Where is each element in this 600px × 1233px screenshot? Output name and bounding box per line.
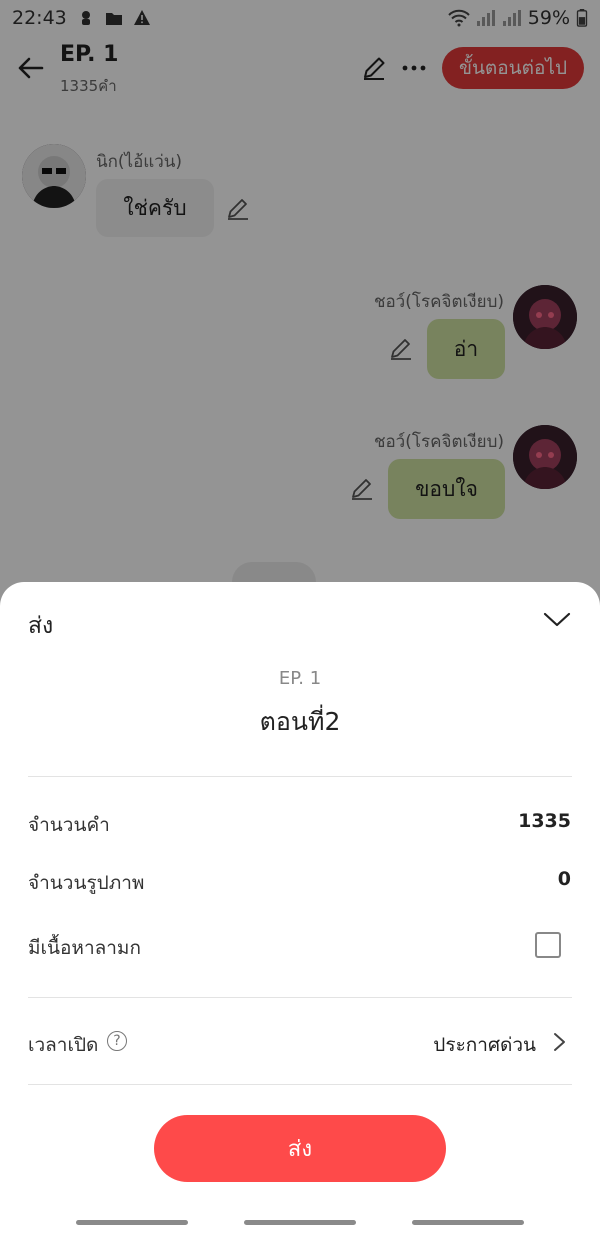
- word-count-label: จำนวนคำ: [28, 814, 110, 836]
- mature-content-checkbox[interactable]: [535, 932, 561, 958]
- chevron-down-icon[interactable]: [540, 602, 574, 636]
- word-count-value: 1335: [518, 810, 571, 832]
- image-count-label: จำนวนรูปภาพ: [28, 872, 145, 894]
- nav-back-button[interactable]: [412, 1220, 524, 1225]
- help-icon[interactable]: ?: [107, 1031, 127, 1051]
- mature-content-label: มีเนื้อหาลามก: [28, 937, 141, 959]
- nav-recent-button[interactable]: [76, 1220, 188, 1225]
- episode-label: EP. 1: [278, 668, 322, 689]
- send-button[interactable]: ส่ง: [154, 1115, 446, 1182]
- divider: [28, 997, 572, 998]
- nav-home-button[interactable]: [244, 1220, 356, 1225]
- image-count-value: 0: [557, 868, 571, 890]
- divider: [28, 776, 572, 777]
- sheet-title: ส่ง: [28, 613, 54, 639]
- open-time-label: เวลาเปิด: [28, 1034, 99, 1056]
- send-bottom-sheet: ส่ง EP. 1 ตอนที่2 จำนวนคำ 1335 จำนวนรูปภ…: [0, 582, 600, 1212]
- open-time-value[interactable]: ประกาศด่วน: [433, 1030, 536, 1060]
- chevron-right-icon[interactable]: [549, 1031, 569, 1053]
- chapter-name: ตอนที่2: [259, 707, 341, 736]
- divider: [28, 1084, 572, 1085]
- system-nav-bar: [0, 1212, 600, 1233]
